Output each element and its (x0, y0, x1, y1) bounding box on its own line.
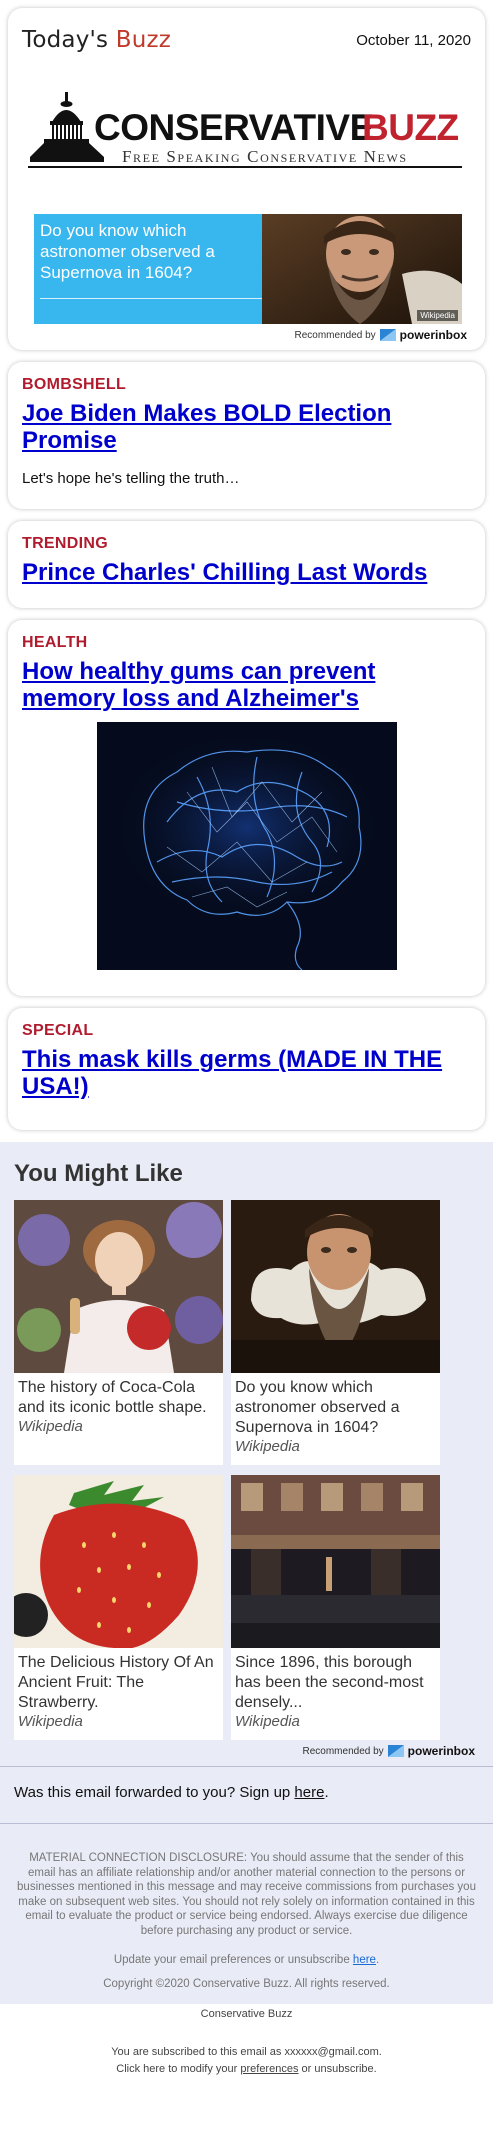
signup-here-link[interactable]: here (294, 1784, 324, 1801)
powerinbox-icon (379, 329, 396, 341)
story-tag: HEALTH (22, 634, 88, 651)
unsubscribe-here-link[interactable]: here (353, 1954, 376, 1966)
sponsored-ad[interactable]: Do you know which astronomer observed a … (34, 214, 462, 324)
recommendation-tile[interactable]: Since 1896, this borough has been the se… (231, 1475, 440, 1740)
powerinbox-icon (387, 1745, 404, 1757)
strawberry-image (14, 1475, 223, 1648)
subscribed-as: You are subscribed to this email as xxxx… (111, 2046, 382, 2058)
update-text: Update your email preferences or unsubsc… (113, 1954, 350, 1966)
tile-headline: The history of Coca-Cola and its iconic … (18, 1379, 207, 1416)
brain-image[interactable] (96, 722, 397, 970)
recommended-by-label: Recommended by (302, 1745, 384, 1757)
preferences-link[interactable]: preferences (240, 2063, 298, 2075)
tile-source: Wikipedia (235, 1713, 300, 1730)
story-headline-link[interactable]: How healthy gums can prevent memory loss… (22, 658, 471, 712)
recommended-by-label: Recommended by (294, 329, 376, 341)
update-end: . (375, 1954, 380, 1966)
recommended-by-footer[interactable]: Recommended by powerinbox (14, 1744, 476, 1758)
you-might-like-panel: You Might Like The history of Coca-Cola … (0, 1142, 493, 2004)
forwarded-signup: Was this email forwarded to you? Sign up… (14, 1767, 479, 1823)
tile-headline: Since 1896, this borough has been the se… (235, 1654, 424, 1711)
story-card: SPECIAL This mask kills germs (MADE IN T… (8, 1008, 485, 1130)
tile-headline: Do you know which astronomer observed a … (235, 1379, 400, 1436)
modify-suffix: or unsubscribe. (301, 2063, 377, 2075)
story-headline-link[interactable]: Prince Charles' Chilling Last Words (22, 559, 471, 586)
conservative-buzz-logo[interactable]: CONSERVATIVE BUZZ Free Speaking Conserva… (26, 86, 471, 186)
today-buzz: Buzz (115, 27, 172, 53)
story-teaser: Let's hope he's telling the truth… (22, 470, 240, 487)
story-headline-link[interactable]: Joe Biden Makes BOLD Election Promise (22, 400, 471, 454)
logo-name-left: CONSERVATIVE (94, 107, 374, 148)
story-card: TRENDING Prince Charles' Chilling Last W… (8, 521, 485, 608)
header-card: Today's Buzz October 11, 2020 CONSERVATI… (8, 8, 485, 350)
tile-source: Wikipedia (18, 1713, 83, 1730)
ad-question: Do you know which astronomer observed a … (40, 221, 215, 282)
tile-source: Wikipedia (235, 1438, 300, 1455)
story-headline-link[interactable]: This mask kills germs (MADE IN THE USA!) (22, 1046, 471, 1100)
borough-street-illustration (231, 1475, 440, 1648)
modify-prefix: Click here to modify your (116, 2063, 238, 2075)
ad-source-badge: Wikipedia (417, 310, 458, 321)
coca-cola-illustration (14, 1200, 223, 1373)
update-preferences: Update your email preferences or unsubsc… (14, 1954, 479, 1966)
story-tag: TRENDING (22, 535, 108, 552)
astronomer-image (231, 1200, 440, 1373)
powerinbox-brand: powerinbox (407, 1744, 475, 1758)
powerinbox-brand: powerinbox (399, 328, 467, 342)
recommendation-grid: The history of Coca-Cola and its iconic … (14, 1200, 479, 1740)
forwarded-end: . (324, 1784, 329, 1801)
recommendation-tile[interactable]: The history of Coca-Cola and its iconic … (14, 1200, 223, 1465)
today-prefix: Today's (22, 27, 109, 53)
strawberry-illustration (14, 1475, 223, 1648)
tile-headline: The Delicious History Of An Ancient Frui… (18, 1654, 214, 1711)
email-body: Today's Buzz October 11, 2020 CONSERVATI… (0, 8, 493, 2078)
footer-brand: Conservative Buzz (200, 2008, 293, 2020)
story-card: HEALTH How healthy gums can prevent memo… (8, 620, 485, 996)
email-footer: Conservative Buzz You are subscribed to … (0, 2004, 493, 2078)
todays-buzz-title: Today's Buzz (22, 27, 171, 53)
recommendation-tile[interactable]: The Delicious History Of An Ancient Frui… (14, 1475, 223, 1740)
you-might-like-title: You Might Like (14, 1160, 183, 1187)
copyright-notice: Copyright ©2020 Conservative Buzz. All r… (103, 1978, 390, 1990)
issue-date: October 11, 2020 (356, 31, 471, 49)
logo-name-right: BUZZ (362, 107, 459, 148)
ad-underline (40, 298, 268, 299)
header-row: Today's Buzz October 11, 2020 (22, 20, 471, 60)
borough-street-image (231, 1475, 440, 1648)
story-tag: BOMBSHELL (22, 376, 127, 393)
story-card: BOMBSHELL Joe Biden Makes BOLD Election … (8, 362, 485, 509)
material-disclosure: MATERIAL CONNECTION DISCLOSURE: You shou… (17, 1852, 476, 1937)
footer-subscription: You are subscribed to this email as xxxx… (0, 2044, 493, 2078)
modify-line: Click here to modify your preferences or… (0, 2061, 493, 2078)
coca-cola-girl-image (14, 1200, 223, 1373)
recommendation-tile[interactable]: Do you know which astronomer observed a … (231, 1200, 440, 1465)
tile-source: Wikipedia (18, 1418, 83, 1435)
brain-network-illustration (96, 722, 397, 970)
astronomer-portrait-image (262, 214, 462, 324)
astronomer-illustration (231, 1200, 440, 1373)
logo-tagline: Free Speaking Conservative News (122, 147, 408, 166)
forwarded-text: Was this email forwarded to you? Sign up (14, 1784, 291, 1801)
recommended-by[interactable]: Recommended by powerinbox (22, 328, 468, 342)
story-tag: SPECIAL (22, 1022, 94, 1039)
